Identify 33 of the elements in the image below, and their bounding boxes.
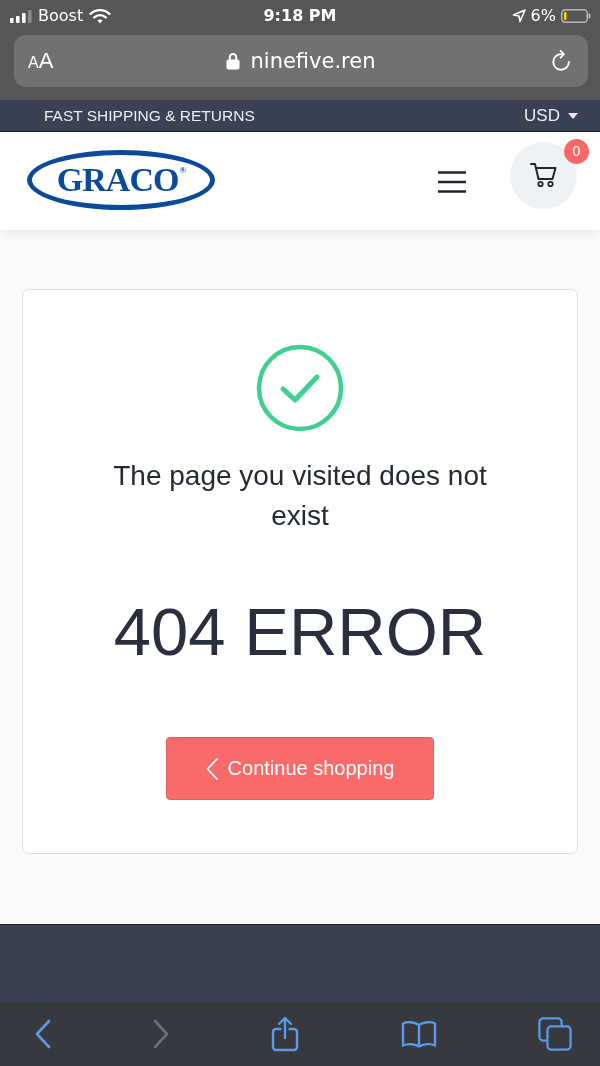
menu-icon (438, 171, 466, 193)
carrier-name: Boost (38, 6, 84, 25)
chevron-left-icon (205, 757, 218, 780)
chevron-left-icon (34, 1019, 51, 1049)
text-size-button[interactable]: AA (28, 48, 54, 74)
wifi-icon (89, 7, 112, 24)
bookmarks-button[interactable] (400, 1020, 437, 1048)
url-text: ninefive.ren (250, 49, 376, 73)
brand-logo[interactable]: GRACO$^{®}$ (27, 149, 215, 210)
menu-button[interactable] (438, 171, 466, 193)
continue-shopping-button[interactable]: Continue shopping (166, 737, 434, 800)
cart-icon (529, 162, 558, 188)
battery-percent: 6% (530, 6, 556, 25)
back-button[interactable] (34, 1019, 51, 1049)
currency-dropdown[interactable]: USD (524, 105, 578, 126)
tabs-button[interactable] (538, 1017, 572, 1051)
address-bar[interactable]: AA ninefive.ren (14, 35, 588, 87)
location-arrow-icon (511, 8, 526, 23)
error-code: 404 ERROR (113, 599, 487, 665)
tabs-icon (538, 1017, 572, 1051)
chevron-right-icon (152, 1019, 170, 1049)
promo-text: FAST SHIPPING & RETURNS (44, 106, 255, 125)
share-icon (271, 1016, 299, 1052)
reload-icon (551, 49, 573, 73)
error-message: The page you visited does not exist (112, 459, 488, 533)
cart-count-badge: 0 (564, 138, 589, 164)
reload-button[interactable] (551, 49, 573, 73)
signal-icon (10, 9, 32, 23)
check-circle-icon (256, 344, 344, 432)
status-time: 9:18 PM (263, 6, 337, 25)
book-icon (400, 1020, 437, 1048)
caret-icon (568, 112, 578, 119)
share-button[interactable] (271, 1016, 299, 1052)
